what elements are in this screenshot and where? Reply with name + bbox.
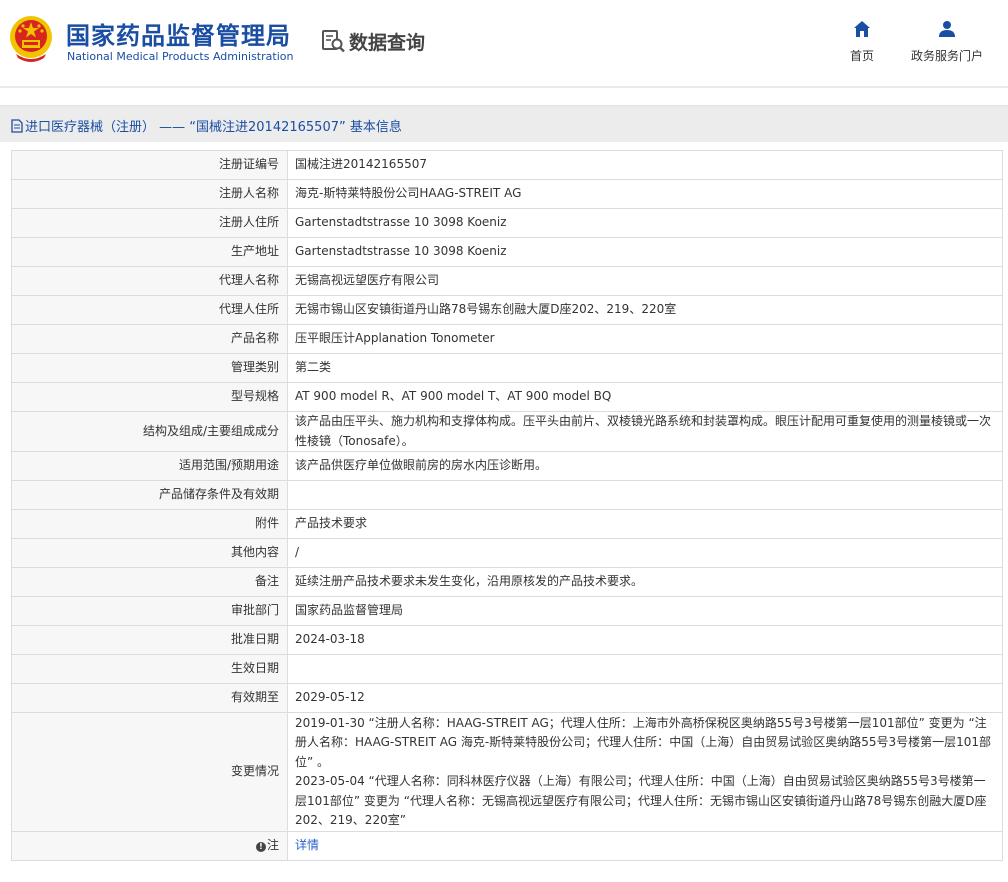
row-label: 代理人住所	[11, 295, 288, 325]
document-icon	[11, 118, 23, 133]
warning-icon: !	[255, 842, 266, 853]
home-icon	[854, 21, 870, 37]
row-value: 该产品供医疗单位做眼前房的房水内压诊断用。	[287, 451, 1003, 481]
logo-subtitle: National Medical Products Administration	[67, 50, 294, 63]
table-row: 适用范围/预期用途 该产品供医疗单位做眼前房的房水内压诊断用。	[11, 451, 1003, 481]
row-label: 代理人名称	[11, 266, 288, 296]
header-divider	[0, 86, 1008, 88]
row-value	[287, 654, 1003, 684]
row-label: 生效日期	[11, 654, 288, 684]
row-label: 生产地址	[11, 237, 288, 267]
row-label: 变更情况	[11, 712, 288, 832]
table-row-changes: 变更情况 2019-01-30 “注册人名称：HAAG-STREIT AG；代理…	[11, 712, 1003, 832]
change-entry-1: 2019-01-30 “注册人名称：HAAG-STREIT AG；代理人住所：上…	[295, 715, 991, 769]
row-label: 备注	[11, 567, 288, 597]
row-value: Gartenstadtstrasse 10 3098 Koeniz	[287, 208, 1003, 238]
row-value: 国械注进20142165507	[287, 150, 1003, 180]
table-row: 产品储存条件及有效期	[11, 480, 1003, 510]
row-label: 产品名称	[11, 324, 288, 354]
table-row: 备注 延续注册产品技术要求未发生变化，沿用原核发的产品技术要求。	[11, 567, 1003, 597]
row-value: 该产品由压平头、施力机构和支撑体构成。压平头由前片、双棱镜光路系统和封装罩构成。…	[287, 411, 1003, 452]
row-value	[287, 480, 1003, 510]
row-label: 产品储存条件及有效期	[11, 480, 288, 510]
row-label: 适用范围/预期用途	[11, 451, 288, 481]
row-value: /	[287, 538, 1003, 568]
table-row: 注册人名称 海克-斯特莱特股份公司HAAG-STREIT AG	[11, 179, 1003, 209]
detail-table: 注册证编号 国械注进20142165507 注册人名称 海克-斯特莱特股份公司HAA…	[11, 150, 1003, 861]
row-label: 注册人住所	[11, 208, 288, 238]
row-label: 审批部门	[11, 596, 288, 626]
table-row: 代理人名称 无锡高视远望医疗有限公司	[11, 266, 1003, 296]
row-value: 2029-05-12	[287, 683, 1003, 713]
note-label: ! 注	[11, 831, 288, 861]
user-icon	[939, 21, 955, 37]
nav-service-label: 政务服务门户	[910, 49, 983, 63]
data-query-title[interactable]: 数据查询	[320, 27, 425, 55]
row-label: 有效期至	[11, 683, 288, 713]
row-value: 2024-03-18	[287, 625, 1003, 655]
data-query-label: 数据查询	[349, 31, 426, 54]
row-label: 型号规格	[11, 382, 288, 412]
row-label: 管理类别	[11, 353, 288, 383]
table-row: 型号规格 AT 900 model R、AT 900 model T、AT 900…	[11, 382, 1003, 412]
row-value: 无锡高视远望医疗有限公司	[287, 266, 1003, 296]
note-label-text: 注	[266, 838, 279, 853]
table-row: 注册人住所 Gartenstadtstrasse 10 3098 Koeniz	[11, 208, 1003, 238]
row-value: AT 900 model R、AT 900 model T、AT 900 mod…	[287, 382, 1003, 412]
row-label: 附件	[11, 509, 288, 539]
change-history: 2019-01-30 “注册人名称：HAAG-STREIT AG；代理人住所：上…	[287, 712, 1003, 832]
table-row: 生效日期	[11, 654, 1003, 684]
row-value: 第二类	[287, 353, 1003, 383]
change-entry-2: 2023-05-04 “代理人名称：同科林医疗仪器（上海）有限公司；代理人住所：…	[295, 774, 987, 827]
row-value: Gartenstadtstrasse 10 3098 Koeniz	[287, 237, 1003, 267]
row-value: 压平眼压计Applanation Tonometer	[287, 324, 1003, 354]
row-label: 其他内容	[11, 538, 288, 568]
breadcrumb: 进口医疗器械（注册） —— “国械注进20142165507” 基本信息	[0, 105, 1008, 142]
row-value: 无锡市锡山区安镇街道丹山路78号锡东创融大厦D座202、219、220室	[287, 295, 1003, 325]
table-row: 注册证编号 国械注进20142165507	[11, 150, 1003, 180]
table-row: 管理类别 第二类	[11, 353, 1003, 383]
row-value: 海克-斯特莱特股份公司HAAG-STREIT AG	[287, 179, 1003, 209]
table-row: 附件 产品技术要求	[11, 509, 1003, 539]
table-row: 产品名称 压平眼压计Applanation Tonometer	[11, 324, 1003, 354]
table-row: 有效期至 2029-05-12	[11, 683, 1003, 713]
table-row: 生产地址 Gartenstadtstrasse 10 3098 Koeniz	[11, 237, 1003, 267]
breadcrumb-text: 进口医疗器械（注册） —— “国械注进20142165507” 基本信息	[25, 120, 402, 135]
logo-title: 国家药品监督管理局	[66, 22, 291, 50]
row-value: 产品技术要求	[287, 509, 1003, 539]
row-label: 注册人名称	[11, 179, 288, 209]
table-row: 结构及组成/主要组成成分 该产品由压平头、施力机构和支撑体构成。压平头由前片、双棱…	[11, 411, 1003, 452]
page-header: 国家药品监督管理局 National Medical Products Admi…	[0, 0, 1008, 84]
note-value: 详情	[287, 831, 1003, 861]
search-document-icon	[322, 30, 345, 53]
national-emblem-icon	[10, 16, 52, 62]
row-label: 结构及组成/主要组成成分	[11, 411, 288, 452]
row-label: 批准日期	[11, 625, 288, 655]
table-row: 其他内容 /	[11, 538, 1003, 568]
details-link[interactable]: 详情	[295, 838, 319, 852]
nav-home-label: 首页	[849, 49, 874, 63]
row-value: 国家药品监督管理局	[287, 596, 1003, 626]
table-row: 代理人住所 无锡市锡山区安镇街道丹山路78号锡东创融大厦D座202、219、220…	[11, 295, 1003, 325]
row-value: 延续注册产品技术要求未发生变化，沿用原核发的产品技术要求。	[287, 567, 1003, 597]
nav-service-portal[interactable]: 政务服务门户	[897, 20, 997, 64]
table-row: 批准日期 2024-03-18	[11, 625, 1003, 655]
table-row-note: ! 注 详情	[11, 831, 1003, 861]
row-label: 注册证编号	[11, 150, 288, 180]
table-row: 审批部门 国家药品监督管理局	[11, 596, 1003, 626]
